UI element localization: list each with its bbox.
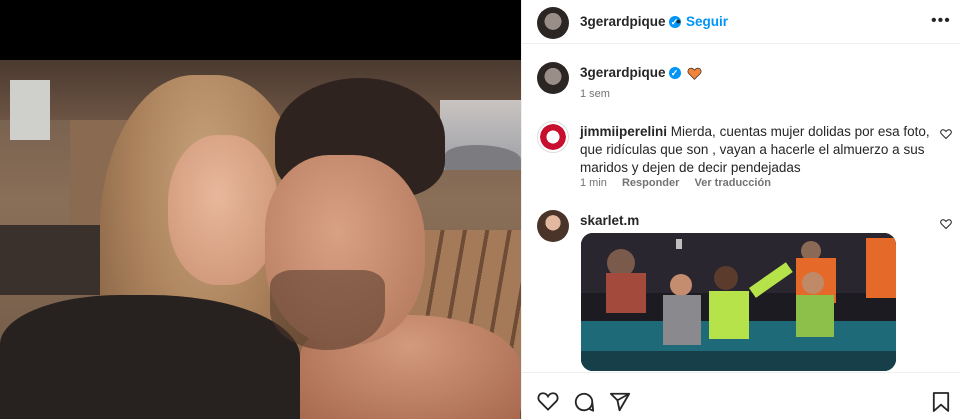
commenter-avatar[interactable] xyxy=(537,121,569,153)
commenter-username[interactable]: jimmiiperelini xyxy=(580,124,667,139)
follow-button[interactable]: Seguir xyxy=(686,14,728,29)
post-photo[interactable] xyxy=(0,0,521,419)
caption-author-username: 3gerardpique xyxy=(580,65,666,80)
verified-badge-icon: ✓ xyxy=(668,67,681,80)
comment-body: jimmiiperelini Mierda, cuentas mujer dol… xyxy=(580,123,930,177)
post-header: 3gerardpique ✓ • Seguir ••• xyxy=(522,0,960,44)
comment-like-icon[interactable] xyxy=(940,128,952,140)
caption-meta: 1 sem xyxy=(580,88,622,100)
author-avatar[interactable] xyxy=(537,7,569,39)
caption-author-avatar[interactable] xyxy=(537,62,569,94)
caption-age: 1 sem xyxy=(580,88,610,100)
see-translation-button[interactable]: Ver traducción xyxy=(695,177,771,189)
post-actions-bar xyxy=(522,372,960,419)
more-options-icon[interactable]: ••• xyxy=(931,12,951,30)
author-username-link[interactable]: 3gerardpique ✓ xyxy=(580,14,681,29)
reply-button[interactable]: Responder xyxy=(622,177,679,189)
separator-dot: • xyxy=(676,13,681,29)
caption-author-link[interactable]: 3gerardpique ✓ xyxy=(580,65,702,80)
bookmark-icon[interactable] xyxy=(932,391,950,413)
gif-scene xyxy=(581,233,896,371)
comment-body: skarlet.m xyxy=(580,212,639,230)
comment-icon[interactable] xyxy=(573,391,595,413)
post-modal: 3gerardpique ✓ • Seguir ••• 3gerardpique ✓… xyxy=(0,0,960,419)
comment-meta: 1 min Responder Ver traducción xyxy=(580,177,783,189)
comment-age: 1 min xyxy=(580,177,607,189)
commenter-username[interactable]: skarlet.m xyxy=(580,213,639,228)
comment-like-icon[interactable] xyxy=(940,218,952,230)
share-icon[interactable] xyxy=(609,391,631,413)
orange-heart-icon xyxy=(687,67,702,80)
photo-scene xyxy=(0,60,521,419)
heart-icon[interactable] xyxy=(537,391,559,411)
post-details-panel: 3gerardpique ✓ • Seguir ••• 3gerardpique ✓… xyxy=(521,0,960,419)
author-username: 3gerardpique xyxy=(580,14,666,29)
commenter-avatar[interactable] xyxy=(537,210,569,242)
comment-gif[interactable] xyxy=(581,233,896,371)
